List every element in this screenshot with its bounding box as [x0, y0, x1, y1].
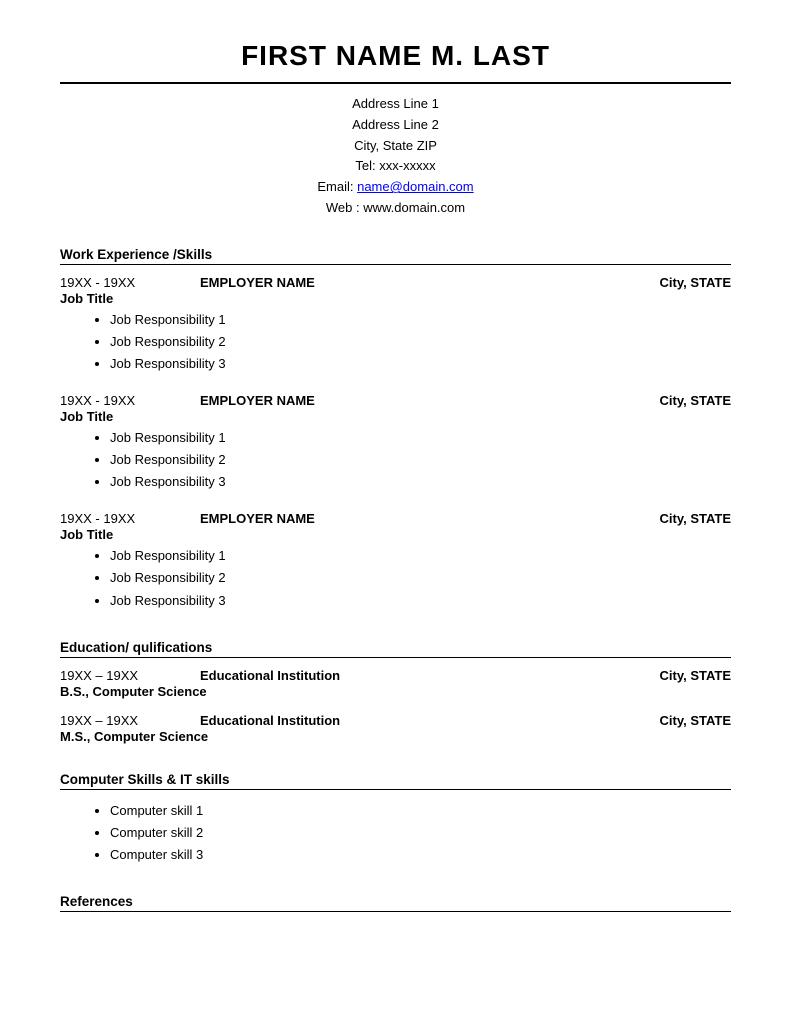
- computer-skills-title: Computer Skills & IT skills: [60, 772, 731, 787]
- email-link[interactable]: name@domain.com: [357, 179, 474, 194]
- list-item: Computer skill 2: [110, 822, 731, 844]
- edu-line-1: 19XX – 19XX Educational Institution City…: [60, 668, 731, 683]
- work-experience-divider: [60, 264, 731, 265]
- computer-skills-section: Computer Skills & IT skills Computer ski…: [60, 772, 731, 866]
- job-3-responsibilities: Job Responsibility 1 Job Responsibility …: [110, 545, 731, 611]
- job-3-employer: EMPLOYER NAME: [200, 511, 315, 526]
- education-title: Education/ qulifications: [60, 640, 731, 655]
- list-item: Job Responsibility 2: [110, 567, 731, 589]
- list-item: Computer skill 1: [110, 800, 731, 822]
- address-line2: Address Line 2: [60, 115, 731, 136]
- job-2-city: City, STATE: [660, 393, 732, 408]
- job-2-title: Job Title: [60, 409, 731, 424]
- list-item: Job Responsibility 1: [110, 545, 731, 567]
- job-entry-3: 19XX - 19XX EMPLOYER NAME City, STATE Jo…: [60, 511, 731, 611]
- edu-1-city: City, STATE: [660, 668, 732, 683]
- job-line-2: 19XX - 19XX EMPLOYER NAME City, STATE: [60, 393, 731, 408]
- edu-entry-2: 19XX – 19XX Educational Institution City…: [60, 713, 731, 744]
- job-1-city: City, STATE: [660, 275, 732, 290]
- edu-2-degree: M.S., Computer Science: [60, 729, 731, 744]
- job-entry-2: 19XX - 19XX EMPLOYER NAME City, STATE Jo…: [60, 393, 731, 493]
- edu-1-dates: 19XX – 19XX: [60, 668, 180, 683]
- edu-2-dates: 19XX – 19XX: [60, 713, 180, 728]
- edu-1-degree: B.S., Computer Science: [60, 684, 731, 699]
- job-3-title: Job Title: [60, 527, 731, 542]
- email-line: Email: name@domain.com: [60, 177, 731, 198]
- job-2-responsibilities: Job Responsibility 1 Job Responsibility …: [110, 427, 731, 493]
- education-divider: [60, 657, 731, 658]
- address-line1: Address Line 1: [60, 94, 731, 115]
- edu-1-institution: Educational Institution: [200, 668, 340, 683]
- job-3-dates: 19XX - 19XX: [60, 511, 180, 526]
- contact-info: Address Line 1 Address Line 2 City, Stat…: [60, 94, 731, 219]
- references-divider: [60, 911, 731, 912]
- job-2-employer: EMPLOYER NAME: [200, 393, 315, 408]
- header-divider: [60, 82, 731, 84]
- list-item: Job Responsibility 1: [110, 427, 731, 449]
- references-title: References: [60, 894, 731, 909]
- job-2-dates: 19XX - 19XX: [60, 393, 180, 408]
- list-item: Job Responsibility 3: [110, 590, 731, 612]
- tel: Tel: xxx-xxxxx: [60, 156, 731, 177]
- edu-line-2: 19XX – 19XX Educational Institution City…: [60, 713, 731, 728]
- job-entry-1: 19XX - 19XX EMPLOYER NAME City, STATE Jo…: [60, 275, 731, 375]
- work-experience-title: Work Experience /Skills: [60, 247, 731, 262]
- list-item: Job Responsibility 2: [110, 449, 731, 471]
- web: Web : www.domain.com: [60, 198, 731, 219]
- references-section: References: [60, 894, 731, 912]
- job-1-title: Job Title: [60, 291, 731, 306]
- email-label: Email:: [317, 179, 357, 194]
- resume-name: FIRST NAME M. LAST: [60, 40, 731, 72]
- job-1-dates: 19XX - 19XX: [60, 275, 180, 290]
- list-item: Job Responsibility 3: [110, 353, 731, 375]
- list-item: Computer skill 3: [110, 844, 731, 866]
- job-1-employer: EMPLOYER NAME: [200, 275, 315, 290]
- computer-skills-divider: [60, 789, 731, 790]
- edu-2-city: City, STATE: [660, 713, 732, 728]
- edu-2-institution: Educational Institution: [200, 713, 340, 728]
- job-1-responsibilities: Job Responsibility 1 Job Responsibility …: [110, 309, 731, 375]
- edu-entry-1: 19XX – 19XX Educational Institution City…: [60, 668, 731, 699]
- city-state-zip: City, State ZIP: [60, 136, 731, 157]
- resume-header: FIRST NAME M. LAST: [60, 40, 731, 72]
- work-experience-section: Work Experience /Skills 19XX - 19XX EMPL…: [60, 247, 731, 612]
- skills-list: Computer skill 1 Computer skill 2 Comput…: [110, 800, 731, 866]
- list-item: Job Responsibility 2: [110, 331, 731, 353]
- list-item: Job Responsibility 1: [110, 309, 731, 331]
- education-section: Education/ qulifications 19XX – 19XX Edu…: [60, 640, 731, 744]
- job-line-3: 19XX - 19XX EMPLOYER NAME City, STATE: [60, 511, 731, 526]
- list-item: Job Responsibility 3: [110, 471, 731, 493]
- job-3-city: City, STATE: [660, 511, 732, 526]
- job-line-1: 19XX - 19XX EMPLOYER NAME City, STATE: [60, 275, 731, 290]
